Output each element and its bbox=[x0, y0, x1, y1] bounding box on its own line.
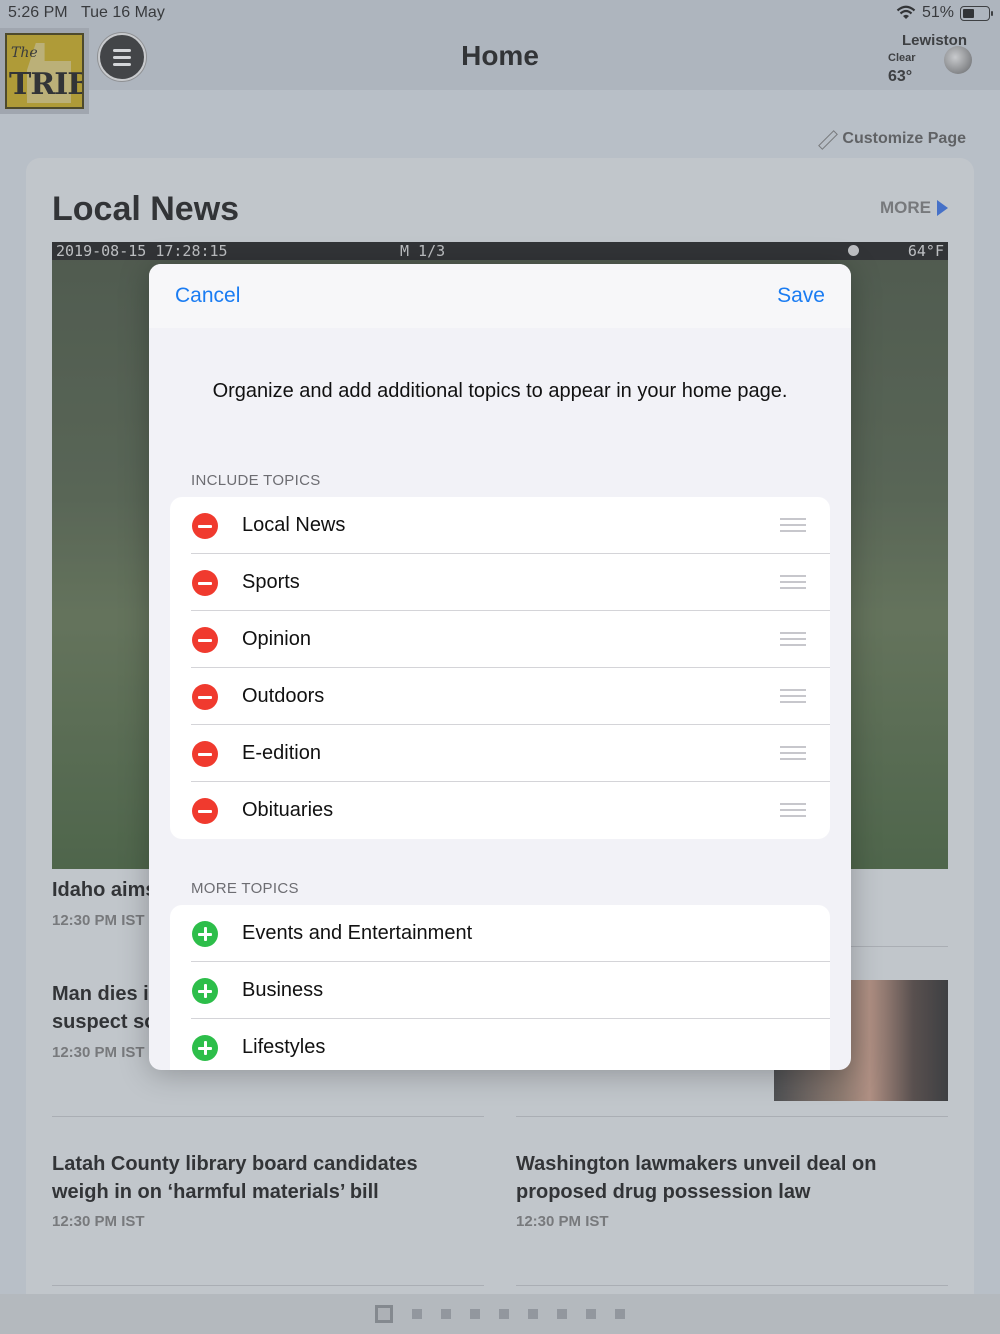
include-topic-row[interactable]: Local News bbox=[170, 497, 830, 554]
cancel-button[interactable]: Cancel bbox=[175, 284, 240, 308]
more-topic-row[interactable]: Lifestyles bbox=[170, 1019, 830, 1070]
topic-label: Local News bbox=[242, 514, 346, 536]
more-topics-list: Events and Entertainment Business Lifestyl… bbox=[170, 905, 830, 1070]
remove-icon[interactable] bbox=[192, 513, 218, 539]
remove-icon[interactable] bbox=[192, 627, 218, 653]
modal-nav-bar: Cancel Save bbox=[149, 264, 851, 328]
more-topic-row[interactable]: Business bbox=[170, 962, 830, 1019]
topic-label: Opinion bbox=[242, 628, 311, 650]
topic-label: Business bbox=[242, 979, 324, 1001]
remove-icon[interactable] bbox=[192, 798, 218, 824]
include-topic-row[interactable]: Opinion bbox=[170, 611, 830, 668]
more-topic-row[interactable]: Events and Entertainment bbox=[170, 905, 830, 962]
remove-icon[interactable] bbox=[192, 684, 218, 710]
topic-label: Obituaries bbox=[242, 799, 334, 821]
include-topic-row[interactable]: Sports bbox=[170, 554, 830, 611]
save-button[interactable]: Save bbox=[777, 284, 825, 308]
include-topic-row[interactable]: Outdoors bbox=[170, 668, 830, 725]
reorder-handle-icon[interactable] bbox=[780, 803, 806, 817]
topic-label: Lifestyles bbox=[242, 1036, 326, 1058]
include-topic-row[interactable]: Obituaries bbox=[170, 782, 830, 839]
include-topic-row[interactable]: E-edition bbox=[170, 725, 830, 782]
include-topics-header: INCLUDE TOPICS bbox=[191, 472, 321, 489]
reorder-handle-icon[interactable] bbox=[780, 746, 806, 760]
topic-label: Outdoors bbox=[242, 685, 325, 707]
add-icon[interactable] bbox=[192, 978, 218, 1004]
modal-intro-text: Organize and add additional topics to ap… bbox=[212, 380, 788, 402]
reorder-handle-icon[interactable] bbox=[780, 689, 806, 703]
add-icon[interactable] bbox=[192, 1035, 218, 1061]
more-topics-header: MORE TOPICS bbox=[191, 880, 299, 897]
customize-topics-modal: Cancel Save Organize and add additional … bbox=[149, 264, 851, 1070]
topic-label: Events and Entertainment bbox=[242, 922, 473, 944]
topic-label: E-edition bbox=[242, 742, 321, 764]
include-topics-list: Local News Sports Opinion Outdoors E-edition… bbox=[170, 497, 830, 839]
reorder-handle-icon[interactable] bbox=[780, 632, 806, 646]
add-icon[interactable] bbox=[192, 921, 218, 947]
topic-label: Sports bbox=[242, 571, 300, 593]
reorder-handle-icon[interactable] bbox=[780, 518, 806, 532]
remove-icon[interactable] bbox=[192, 741, 218, 767]
reorder-handle-icon[interactable] bbox=[780, 575, 806, 589]
remove-icon[interactable] bbox=[192, 570, 218, 596]
